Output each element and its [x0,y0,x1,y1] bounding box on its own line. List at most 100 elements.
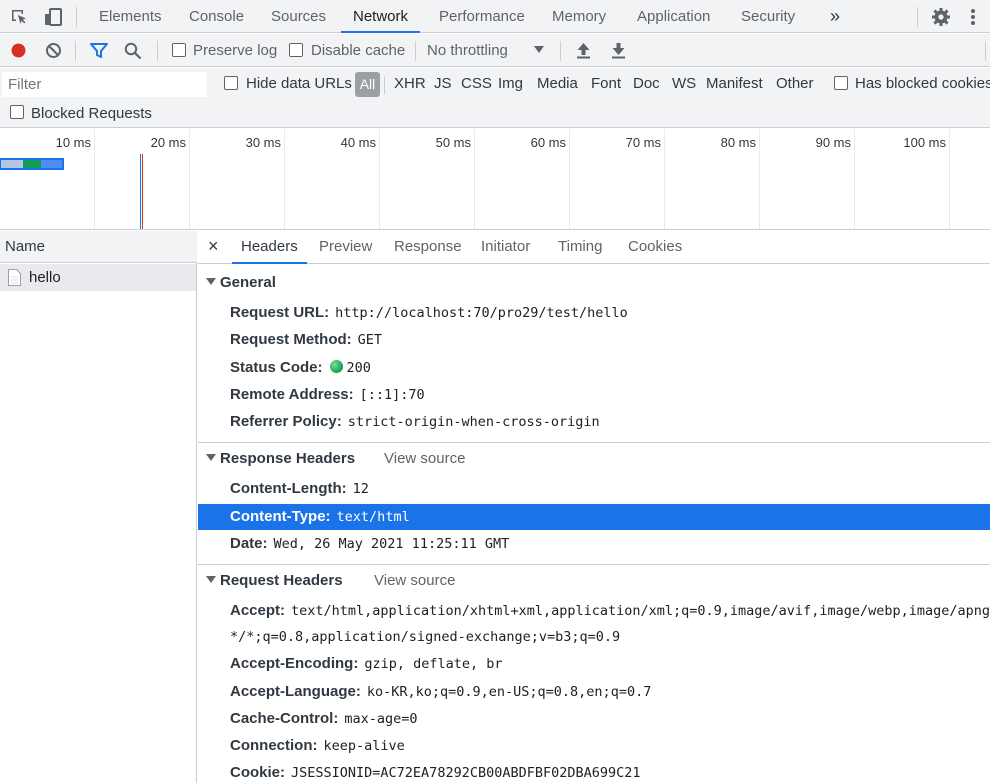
tab-network[interactable]: Network [341,0,421,33]
tab-initiator[interactable]: Initiator [481,231,530,264]
tick-label: 80 ms [720,135,756,150]
disable-cache-label: Disable cache [311,42,406,59]
tab-response[interactable]: Response [394,231,462,264]
tab-headers[interactable]: Headers [232,231,307,264]
grid-line [569,129,570,229]
tick-label: 20 ms [150,135,186,150]
header-key: Cookie: [230,764,286,781]
request-timing-bar [0,158,64,170]
selected-header-row[interactable]: Content-Type: text/html [198,504,990,530]
filter-type-other[interactable]: Other [776,75,814,92]
grid-line [379,129,380,229]
header-value: */*;q=0.8,application/signed-exchange;v=… [230,629,621,645]
has-blocked-cookies-checkbox[interactable] [834,76,848,90]
header-value: [::1]:70 [359,387,425,403]
tab-security[interactable]: Security [741,0,795,33]
header-row: Accept: text/html,application/xhtml+xml,a… [230,600,990,622]
tick-label: 60 ms [530,135,566,150]
general-section-header[interactable]: General [206,274,276,291]
tab-elements[interactable]: Elements [99,0,162,33]
header-value: text/html,application/xhtml+xml,applicat… [291,603,990,619]
kebab-menu-icon[interactable] [970,8,976,26]
tick-label: 10 ms [55,135,91,150]
list-item[interactable]: hello [0,264,196,291]
throttling-select[interactable]: No throttling [427,42,508,59]
status-ok-icon [329,360,343,373]
inspect-element-icon[interactable] [10,8,28,26]
main-tab-bar: Elements Console Sources Network Perform… [0,0,990,33]
chevron-down-icon[interactable] [534,46,544,53]
import-har-icon[interactable] [576,42,591,59]
tab-performance[interactable]: Performance [439,0,525,33]
network-overview[interactable]: 10 ms 20 ms 30 ms 40 ms 50 ms 60 ms 70 m… [0,129,990,230]
tick-label: 90 ms [815,135,851,150]
name-column-header[interactable]: Name [0,231,197,263]
header-row: Content-Type: text/html [230,506,410,528]
filter-type-img[interactable]: Img [498,75,523,92]
view-source-link[interactable]: View source [374,572,455,589]
blocked-requests-checkbox[interactable] [10,105,24,119]
preserve-log-checkbox[interactable] [172,43,186,57]
grid-line [949,129,950,229]
timing-bar-queue [1,160,23,168]
domcontentloaded-marker [140,154,141,229]
header-value: GET [357,332,383,348]
header-row: Connection: keep-alive [230,735,405,757]
filter-type-js[interactable]: JS [434,75,452,92]
tick-label: 40 ms [340,135,376,150]
hide-data-urls-label: Hide data URLs [246,75,352,92]
grid-line [474,129,475,229]
filter-type-xhr[interactable]: XHR [394,75,426,92]
tab-application[interactable]: Application [637,0,710,33]
document-icon [8,269,21,286]
filter-type-all[interactable]: All [355,72,380,97]
request-details: × Headers Preview Response Initiator Tim… [198,231,990,783]
tick-label: 70 ms [625,135,661,150]
header-row: Request Method: GET [230,329,382,351]
preserve-log-label: Preserve log [193,42,278,59]
tab-memory[interactable]: Memory [552,0,606,33]
filter-type-media[interactable]: Media [537,75,578,92]
divider [560,41,561,61]
header-key: Request URL: [230,304,330,321]
tab-preview[interactable]: Preview [319,231,372,264]
view-source-link[interactable]: View source [384,450,465,467]
gear-icon[interactable] [931,7,951,27]
response-headers-section-header[interactable]: Response Headers [206,450,355,467]
header-key: Content-Length: [230,480,347,497]
clear-icon[interactable] [45,42,62,59]
disable-cache-checkbox[interactable] [289,43,303,57]
filter-type-doc[interactable]: Doc [633,75,660,92]
device-toolbar-icon[interactable] [43,7,63,27]
record-icon[interactable] [10,42,27,59]
hide-data-urls-checkbox[interactable] [224,76,238,90]
section-divider [198,564,990,565]
divider [75,41,76,61]
chevron-down-icon [206,576,216,583]
header-value: ko-KR,ko;q=0.9,en-US;q=0.8,en;q=0.7 [366,684,652,700]
header-row: Accept-Encoding: gzip, deflate, br [230,653,503,675]
filter-type-css[interactable]: CSS [461,75,492,92]
export-har-icon[interactable] [611,42,626,59]
more-tabs-button[interactable]: » [830,0,840,33]
grid-line [189,129,190,229]
grid-line [854,129,855,229]
header-key: Referrer Policy: [230,413,342,430]
header-key: Accept-Encoding: [230,655,359,672]
request-headers-section-header[interactable]: Request Headers [206,572,343,589]
timing-bar-waiting [23,160,41,168]
search-icon[interactable] [124,42,142,60]
grid-line [664,129,665,229]
close-icon[interactable]: × [208,236,219,257]
section-title: General [220,274,276,291]
filter-input[interactable] [2,72,207,97]
tab-timing[interactable]: Timing [558,231,602,264]
filter-type-manifest[interactable]: Manifest [706,75,763,92]
filter-type-font[interactable]: Font [591,75,621,92]
filter-icon[interactable] [90,42,108,59]
tab-cookies[interactable]: Cookies [628,231,682,264]
tab-sources[interactable]: Sources [271,0,326,33]
filter-type-ws[interactable]: WS [672,75,696,92]
tab-console[interactable]: Console [189,0,244,33]
details-tab-bar: × Headers Preview Response Initiator Tim… [198,231,990,264]
